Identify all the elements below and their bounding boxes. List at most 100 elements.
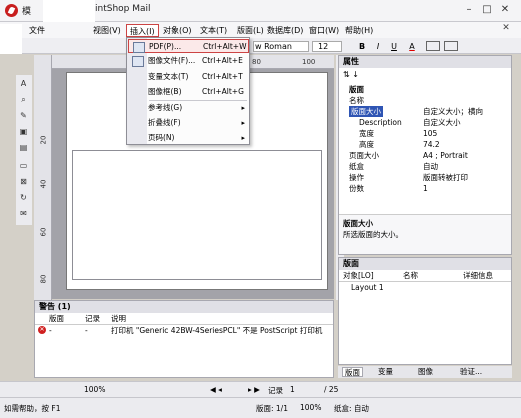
menu-item-label: 变量文本(T) bbox=[148, 72, 189, 81]
tab-layout[interactable]: 版面 bbox=[342, 367, 363, 377]
next-record-icon[interactable]: ▸ ▶ bbox=[248, 385, 260, 394]
prop-row[interactable]: Description 自定义大小 bbox=[339, 117, 511, 128]
menu-file[interactable]: 文件 bbox=[26, 24, 48, 37]
prop-row[interactable]: 名称 bbox=[339, 95, 511, 106]
rotate-tool-icon[interactable]: ↻ bbox=[18, 192, 29, 203]
ruler-v-label: 80 bbox=[39, 274, 48, 284]
window-title: intShop Mail bbox=[95, 4, 151, 14]
layout-panel: 版面 对象[LO] 名称 详细信息 Layout 1 bbox=[338, 257, 512, 365]
description-text: 所选版面的大小。 bbox=[343, 230, 403, 239]
properties-title: 属性 bbox=[339, 56, 511, 68]
layout-col-name: 名称 bbox=[403, 271, 418, 280]
ruler-h-label: 100 bbox=[302, 58, 316, 66]
status-page: 版面: 1/1 bbox=[256, 404, 288, 413]
title-redaction bbox=[43, 0, 95, 22]
warning-page-cell: - bbox=[49, 326, 52, 335]
ruler-h-label: 80 bbox=[252, 58, 261, 66]
sort-icon[interactable]: ⇅ ↓ bbox=[343, 70, 373, 80]
cross-tool-icon[interactable]: ⊠ bbox=[18, 176, 29, 187]
warning-panel: 警告 (1) 版面 记录 说明 ✕ - - 打印机 "Generic 42BW-… bbox=[34, 300, 334, 378]
menu-item-label: 图像文件(F)... bbox=[148, 56, 196, 65]
insert-guide-item[interactable]: 参考线(G) ▸ bbox=[128, 101, 249, 115]
vertical-ruler bbox=[34, 55, 52, 300]
redaction-block bbox=[0, 24, 22, 54]
frame-tool-icon[interactable]: ▤ bbox=[18, 142, 29, 153]
insert-page-number-item[interactable]: 页码(N) ▸ bbox=[128, 131, 249, 145]
layout-header-row: 对象[LO] 名称 详细信息 bbox=[339, 270, 511, 282]
menu-view[interactable]: 视图(V) bbox=[90, 24, 124, 37]
insert-image-file-item[interactable]: 图像文件(F)... Ctrl+Alt+E bbox=[128, 54, 249, 68]
minimize-button[interactable]: – bbox=[462, 3, 476, 17]
tab-variables[interactable]: 变量 bbox=[376, 367, 395, 377]
record-label: 记录 bbox=[268, 386, 283, 395]
app-logo-icon bbox=[5, 4, 18, 17]
insert-image-frame-item[interactable]: 图像框(B) Ctrl+Alt+G bbox=[128, 85, 249, 99]
menu-insert[interactable]: 插入(I) bbox=[126, 24, 159, 37]
close-button[interactable]: ✕ bbox=[498, 3, 512, 17]
pen-tool-icon[interactable]: ✎ bbox=[18, 110, 29, 121]
menu-item-shortcut: Ctrl+Alt+W bbox=[203, 42, 247, 51]
menu-layout[interactable]: 版面(L) bbox=[234, 24, 267, 37]
menu-database[interactable]: 数据库(D) bbox=[264, 24, 306, 37]
align-left-icon[interactable] bbox=[426, 41, 440, 51]
text-tool-icon[interactable]: A bbox=[18, 78, 29, 89]
prop-row[interactable]: 份数 1 bbox=[339, 183, 511, 194]
window-title-prefix: 模 bbox=[22, 7, 32, 17]
properties-panel: 属性 ⇅ ↓ 版面 名称 版面大小 自定义大小；横向 Description 自定义… bbox=[338, 55, 512, 255]
underline-button[interactable]: U bbox=[388, 41, 400, 53]
italic-button[interactable]: I bbox=[372, 41, 384, 53]
property-description: 版面大小 所选版面的大小。 bbox=[339, 214, 511, 254]
prop-row[interactable]: 高度 74.2 bbox=[339, 139, 511, 150]
image-tool-icon[interactable]: ▣ bbox=[18, 126, 29, 137]
font-color-button[interactable]: A bbox=[406, 41, 418, 53]
menu-help[interactable]: 帮助(H) bbox=[342, 24, 376, 37]
shape-tool-icon[interactable]: ▭ bbox=[18, 160, 29, 171]
restore-button[interactable]: □ bbox=[480, 3, 494, 17]
tab-validation[interactable]: 验证... bbox=[458, 367, 484, 377]
prop-row[interactable]: 页面大小 A4 ; Portrait bbox=[339, 150, 511, 161]
navigation-bar bbox=[0, 381, 521, 397]
record-total: / 25 bbox=[324, 385, 339, 394]
menu-item-label: PDF(P)... bbox=[149, 42, 182, 51]
description-title: 版面大小 bbox=[343, 219, 373, 228]
bold-button[interactable]: B bbox=[356, 41, 368, 53]
layout-row-name: Layout 1 bbox=[351, 283, 384, 292]
font-size-select[interactable]: 12 bbox=[312, 41, 342, 52]
menu-object[interactable]: 对象(O) bbox=[160, 24, 195, 37]
tab-images[interactable]: 图像 bbox=[416, 367, 435, 377]
layout-row[interactable]: Layout 1 bbox=[339, 282, 511, 293]
menu-text[interactable]: 文本(T) bbox=[197, 24, 230, 37]
prev-record-icon[interactable]: ◀ ◂ bbox=[210, 385, 222, 394]
menu-item-label: 图像框(B) bbox=[148, 87, 182, 96]
warning-col-page: 版面 bbox=[49, 314, 64, 323]
prop-row[interactable]: 操作 版面转被打印 bbox=[339, 172, 511, 183]
submenu-arrow-icon: ▸ bbox=[241, 134, 245, 142]
insert-pdf-item[interactable]: PDF(P)... Ctrl+Alt+W bbox=[128, 39, 249, 53]
submenu-arrow-icon: ▸ bbox=[241, 119, 245, 127]
menu-item-label: 页码(N) bbox=[148, 133, 175, 142]
menu-window[interactable]: 窗口(W) bbox=[306, 24, 342, 37]
status-help: 如需帮助，按 F1 bbox=[4, 404, 61, 413]
doc-close-icon[interactable]: ✕ bbox=[500, 23, 512, 36]
mail-tool-icon[interactable]: ✉ bbox=[18, 208, 29, 219]
page-margin-frame bbox=[72, 150, 322, 280]
warning-header-row: 版面 记录 说明 bbox=[35, 313, 333, 325]
align-center-icon[interactable] bbox=[444, 41, 458, 51]
prop-row-category[interactable]: 版面 bbox=[339, 84, 511, 95]
zoom-select[interactable]: 100% bbox=[84, 385, 105, 394]
font-name-select[interactable]: w Roman bbox=[253, 41, 309, 52]
insert-fold-line-item[interactable]: 折叠线(F) ▸ bbox=[128, 116, 249, 130]
prop-row[interactable]: 宽度 105 bbox=[339, 128, 511, 139]
insert-menu: PDF(P)... Ctrl+Alt+W 图像文件(F)... Ctrl+Alt… bbox=[126, 37, 250, 145]
record-input[interactable]: 1 bbox=[290, 385, 295, 394]
warning-row[interactable]: ✕ - - 打印机 "Generic 42BW-4SeriesPCL" 不是 P… bbox=[35, 325, 333, 336]
image-file-icon bbox=[132, 56, 144, 67]
prop-row[interactable]: 纸盒 自动 bbox=[339, 161, 511, 172]
zoom-tool-icon[interactable]: ⌕ bbox=[18, 94, 29, 105]
ruler-v-label: 60 bbox=[39, 227, 48, 237]
warning-col-record: 记录 bbox=[85, 314, 100, 323]
insert-variable-text-item[interactable]: 变量文本(T) Ctrl+Alt+T bbox=[128, 70, 249, 84]
prop-row-selected[interactable]: 版面大小 自定义大小；横向 bbox=[339, 106, 511, 117]
layout-panel-title: 版面 bbox=[339, 258, 511, 270]
submenu-arrow-icon: ▸ bbox=[241, 104, 245, 112]
